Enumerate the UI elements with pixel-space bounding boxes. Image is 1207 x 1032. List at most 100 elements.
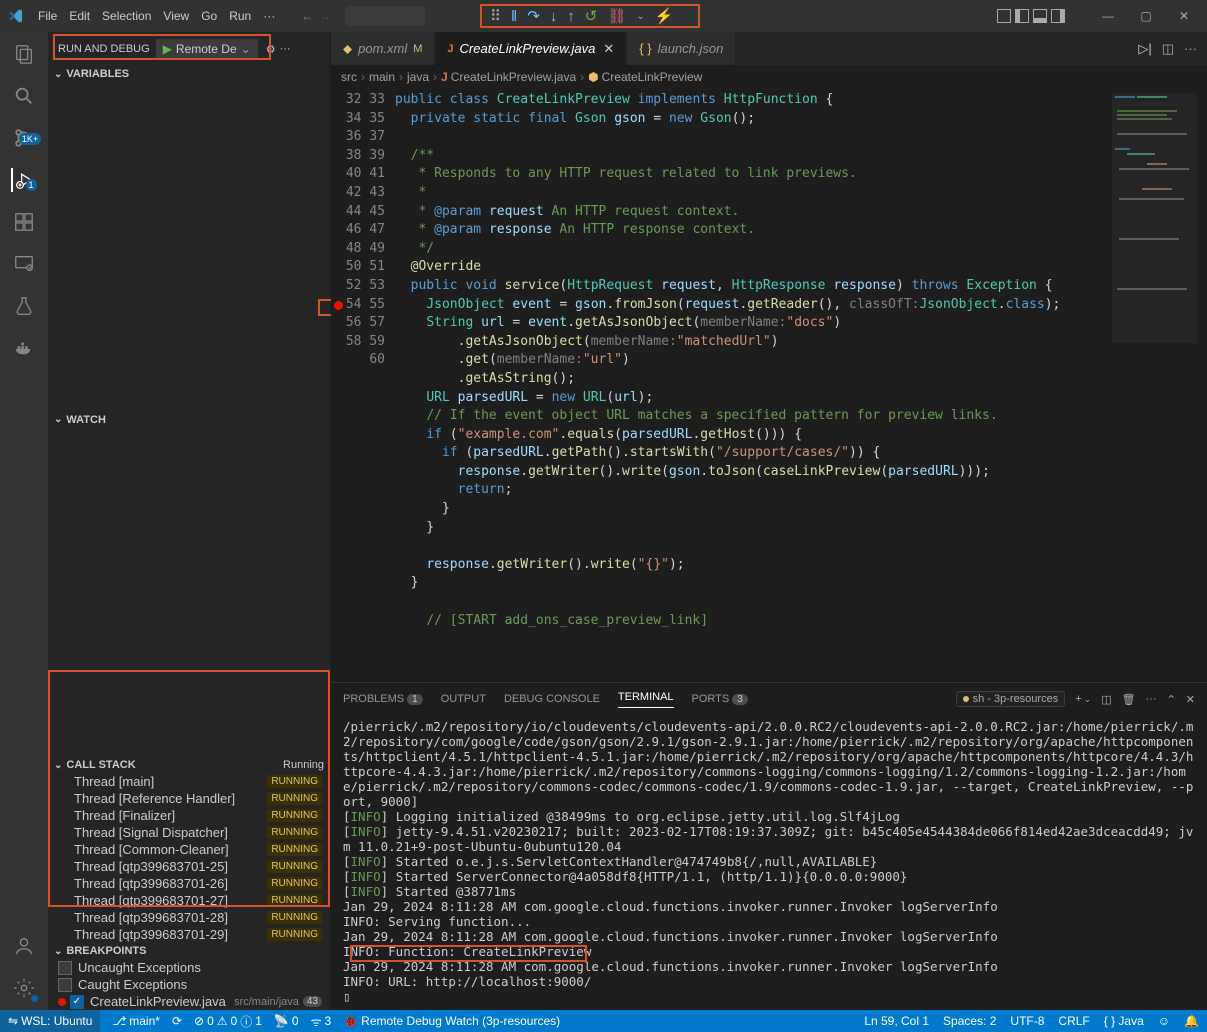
thread-item[interactable]: Thread [Common-Cleaner]RUNNING [48,841,330,858]
docker-icon[interactable] [12,336,36,360]
settings-gear-icon[interactable] [12,976,36,1000]
accounts-icon[interactable] [12,934,36,958]
git-branch[interactable]: ⎇main* [112,1014,160,1028]
sync-icon[interactable]: ⟳ [172,1014,182,1028]
menu-view[interactable]: View [157,9,195,23]
language-mode[interactable]: { } Java [1104,1014,1144,1028]
tab-createlinkpreview[interactable]: J CreateLinkPreview.java ✕ [435,32,627,65]
remote-explorer-icon[interactable] [12,252,36,276]
breakpoint-item[interactable]: ✓ CreateLinkPreview.java src/main/java 4… [48,993,330,1010]
eol[interactable]: CRLF [1058,1014,1089,1028]
source-control-icon[interactable]: 1K+ [12,126,36,150]
menu-edit[interactable]: Edit [63,9,96,23]
terminal-shell-indicator[interactable]: sh - 3p-resources [956,691,1066,707]
gear-icon[interactable]: ⚙ [266,43,276,56]
split-terminal-icon[interactable]: ◫ [1101,693,1111,706]
radio-status[interactable]: 📡0 [274,1014,299,1028]
trash-icon[interactable]: 🗑 [1122,693,1136,706]
maximize-panel-icon[interactable]: ⌃ [1167,693,1176,706]
layout-icon[interactable] [997,9,1011,23]
tab-ports[interactable]: PORTS3 [692,693,748,705]
remote-indicator[interactable]: ⇋ WSL: Ubuntu [0,1010,100,1032]
close-icon[interactable]: ✕ [603,41,614,57]
terminal-content[interactable]: /pierrick/.m2/repository/io/cloudevents/… [331,715,1207,1010]
checkbox[interactable] [58,978,72,992]
drag-handle-icon[interactable]: ⠿ [490,7,501,25]
layout-icon[interactable] [1033,9,1047,23]
minimap[interactable] [1107,88,1207,682]
watch-header[interactable]: ⌄ WATCH [48,412,330,428]
disconnect-chevron-icon[interactable]: ⌄ [636,11,644,22]
layout-icon[interactable] [1015,9,1029,23]
search-icon[interactable] [12,84,36,108]
chevron-down-icon[interactable]: ⌄ [1084,694,1092,705]
breakpoints-header[interactable]: ⌄ BREAKPOINTS [48,943,330,959]
tab-pom[interactable]: ⬥ pom.xml M [331,32,435,65]
thread-item[interactable]: Thread [qtp399683701-27]RUNNING [48,892,330,909]
feedback-icon[interactable]: ☺ [1158,1014,1170,1028]
tab-debug-console[interactable]: DEBUG CONSOLE [504,693,600,705]
close-icon[interactable]: ✕ [1169,9,1199,23]
extensions-icon[interactable] [12,210,36,234]
tab-terminal[interactable]: TERMINAL [618,691,674,708]
breadcrumb[interactable]: src› main› java› J CreateLinkPreview.jav… [331,66,1207,88]
menu-overflow[interactable]: ··· [257,9,281,23]
indentation[interactable]: Spaces: 2 [943,1014,996,1028]
disconnect-icon[interactable]: ⛓ [607,7,626,25]
run-icon[interactable]: ▷| [1138,41,1151,57]
more-icon[interactable]: ··· [1146,693,1157,705]
thread-item[interactable]: Thread [Finalizer]RUNNING [48,807,330,824]
more-icon[interactable]: ··· [1184,41,1197,56]
thread-item[interactable]: Thread [Signal Dispatcher]RUNNING [48,824,330,841]
encoding[interactable]: UTF-8 [1010,1014,1044,1028]
menu-run[interactable]: Run [223,9,257,23]
debug-status[interactable]: 🐞Remote Debug Watch (3p-resources) [343,1014,560,1028]
thread-item[interactable]: Thread [qtp399683701-26]RUNNING [48,875,330,892]
nav-forward-icon[interactable]: → [319,9,331,23]
run-debug-icon[interactable]: 1 [11,168,35,192]
minimize-icon[interactable]: — [1093,9,1123,23]
breakpoint-item[interactable]: Caught Exceptions [48,976,330,993]
code-content[interactable]: public class CreateLinkPreview implement… [395,88,1107,682]
breakpoint-item[interactable]: Uncaught Exceptions [48,959,330,976]
variables-header[interactable]: ⌄ VARIABLES [48,66,330,82]
more-icon[interactable]: ··· [280,43,291,55]
thread-item[interactable]: Thread [qtp399683701-28]RUNNING [48,909,330,926]
explorer-icon[interactable] [12,42,36,66]
port-status[interactable]: ᯤ3 [311,1013,332,1030]
testing-icon[interactable] [12,294,36,318]
thread-item[interactable]: Thread [Reference Handler]RUNNING [48,790,330,807]
checkbox[interactable] [58,961,72,975]
pause-icon[interactable]: ‖ [511,8,517,25]
step-out-icon[interactable]: ↑ [567,8,575,25]
step-into-icon[interactable]: ↓ [550,8,558,25]
command-center[interactable] [345,6,425,26]
code-editor[interactable]: 32 33 34 35 36 37 38 39 40 41 42 43 44 4… [331,88,1207,682]
checkbox[interactable]: ✓ [70,995,84,1009]
tab-launch[interactable]: { } launch.json [627,32,736,65]
thread-item[interactable]: Thread [qtp399683701-25]RUNNING [48,858,330,875]
chevron-down-icon: ⌄ [54,414,62,425]
menu-selection[interactable]: Selection [96,9,157,23]
restart-icon[interactable]: ↺ [585,7,598,25]
maximize-icon[interactable]: ▢ [1131,9,1161,23]
notifications-icon[interactable]: 🔔 [1184,1014,1199,1028]
step-over-icon[interactable]: ↷ [527,7,540,25]
menu-go[interactable]: Go [195,9,223,23]
problems-status[interactable]: ⊘0 ⚠0 ⓘ1 [194,1013,262,1030]
nav-back-icon[interactable]: ← [301,9,313,23]
menu-file[interactable]: File [32,9,63,23]
layout-icon[interactable] [1051,9,1065,23]
close-panel-icon[interactable]: ✕ [1186,693,1195,706]
play-icon[interactable]: ▶ [163,42,172,56]
thread-item[interactable]: Thread [main]RUNNING [48,773,330,790]
hot-reload-icon[interactable]: ⚡ [655,7,674,25]
callstack-header[interactable]: ⌄ CALL STACK Running [48,757,330,773]
tab-output[interactable]: OUTPUT [441,693,486,705]
cursor-position[interactable]: Ln 59, Col 1 [864,1014,929,1028]
tab-problems[interactable]: PROBLEMS1 [343,693,423,705]
thread-item[interactable]: Thread [qtp399683701-29]RUNNING [48,926,330,943]
new-terminal-icon[interactable]: + [1075,693,1081,705]
split-editor-icon[interactable]: ◫ [1162,41,1174,57]
debug-config-select[interactable]: ▶ Remote De ⌄ [156,39,258,59]
